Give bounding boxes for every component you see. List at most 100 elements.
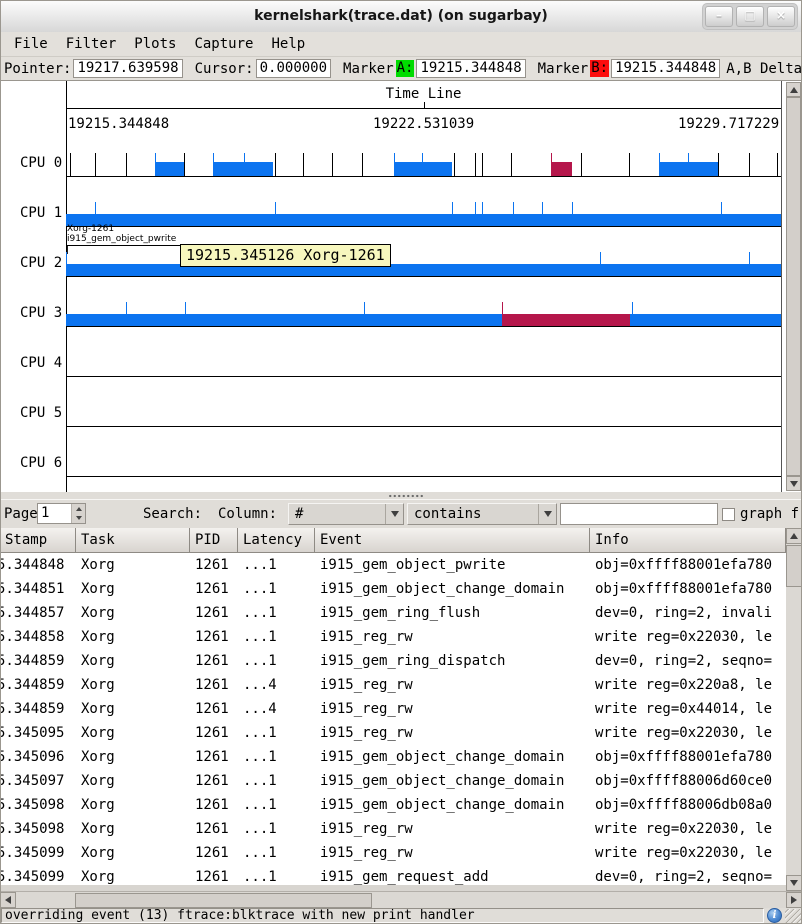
column-header-stamp[interactable]: Stamp bbox=[0, 528, 76, 552]
hover-task-event: i915_gem_object_pwrite bbox=[67, 234, 176, 244]
cell-task: Xorg bbox=[76, 577, 190, 601]
task-bar[interactable] bbox=[155, 162, 184, 176]
page-spinbox[interactable]: 1 bbox=[37, 503, 86, 524]
table-horizontal-scrollbar[interactable] bbox=[0, 891, 802, 908]
event-tick bbox=[275, 202, 276, 214]
operator-select[interactable]: contains bbox=[407, 503, 557, 525]
table-scroll-thumb[interactable] bbox=[786, 545, 802, 587]
menu-item-capture[interactable]: Capture bbox=[185, 34, 262, 54]
table-row[interactable]: 5.344859Xorg1261...4i915_reg_rwwrite reg… bbox=[0, 697, 786, 721]
close-button[interactable]: × bbox=[767, 6, 795, 27]
marker-b-badge[interactable]: B: bbox=[590, 60, 609, 77]
graph-follows-checkbox[interactable] bbox=[722, 508, 735, 521]
menu-item-filter[interactable]: Filter bbox=[57, 34, 126, 54]
column-select[interactable]: # bbox=[288, 503, 404, 525]
event-tick bbox=[721, 202, 722, 214]
column-header-event[interactable]: Event bbox=[315, 528, 590, 552]
graph-scroll-up-button[interactable] bbox=[786, 82, 801, 97]
cell-info: write reg=0x220a8, le bbox=[590, 673, 786, 697]
task-bar[interactable] bbox=[213, 162, 273, 176]
table-row[interactable]: 5.344859Xorg1261...4i915_reg_rwwrite reg… bbox=[0, 673, 786, 697]
table-scroll-up-button[interactable] bbox=[786, 528, 802, 544]
table-row[interactable]: 5.344851Xorg1261...1i915_gem_object_chan… bbox=[0, 577, 786, 601]
hover-task-name: Xorg-1261 bbox=[67, 224, 176, 234]
column-header-pid[interactable]: PID bbox=[190, 528, 238, 552]
event-tick bbox=[581, 153, 582, 176]
column-header-task[interactable]: Task bbox=[76, 528, 190, 552]
cell-info: dev=0, ring=2, invali bbox=[590, 601, 786, 625]
task-bar[interactable] bbox=[630, 314, 781, 326]
cell-latency: ...1 bbox=[238, 817, 315, 841]
marker-a-badge[interactable]: A: bbox=[396, 60, 415, 77]
table-hscroll-thumb[interactable] bbox=[75, 893, 372, 908]
graph-scroll-thumb[interactable] bbox=[786, 97, 801, 476]
table-row[interactable]: 5.345099Xorg1261...1i915_reg_rwwrite reg… bbox=[0, 841, 786, 865]
arrow-down-icon bbox=[790, 481, 798, 487]
arrow-left-icon bbox=[5, 896, 11, 904]
table-scroll-right-button[interactable] bbox=[786, 892, 802, 908]
menu-item-help[interactable]: Help bbox=[262, 34, 314, 54]
search-input[interactable] bbox=[560, 503, 718, 525]
cell-task: Xorg bbox=[76, 793, 190, 817]
spin-up-button[interactable] bbox=[72, 504, 85, 514]
table-row[interactable]: 5.344859Xorg1261...1i915_gem_ring_dispat… bbox=[0, 649, 786, 673]
titlebar: kernelshark(trace.dat) (on sugarbay) – □… bbox=[0, 0, 802, 33]
table-scroll-left-button[interactable] bbox=[0, 892, 16, 908]
cell-event: i915_reg_rw bbox=[315, 625, 590, 649]
cpu-label-2: CPU 2 bbox=[20, 255, 64, 271]
cell-info: write reg=0x22030, le bbox=[590, 721, 786, 745]
table-row[interactable]: 5.344858Xorg1261...1i915_reg_rwwrite reg… bbox=[0, 625, 786, 649]
event-tick bbox=[126, 302, 127, 314]
cell-event: i915_gem_request_add bbox=[315, 865, 590, 885]
column-header-info[interactable]: Info bbox=[590, 528, 786, 552]
marker-b-label: Marker bbox=[538, 61, 589, 77]
event-tick bbox=[332, 153, 333, 176]
spin-down-button[interactable] bbox=[72, 514, 85, 524]
task-bar[interactable] bbox=[659, 162, 718, 176]
cell-stamp: 5.345099 bbox=[0, 841, 76, 865]
table-row[interactable]: 5.344857Xorg1261...1i915_gem_ring_flushd… bbox=[0, 601, 786, 625]
table-row[interactable]: 5.345098Xorg1261...1i915_gem_object_chan… bbox=[0, 793, 786, 817]
task-bar[interactable] bbox=[66, 314, 502, 326]
table-row[interactable]: 5.344848Xorg1261...1i915_gem_object_pwri… bbox=[0, 553, 786, 577]
table-scroll-down-button[interactable] bbox=[786, 875, 802, 891]
menu-item-plots[interactable]: Plots bbox=[125, 34, 185, 54]
resize-grip[interactable] bbox=[785, 909, 801, 923]
table-vertical-scrollbar[interactable] bbox=[786, 528, 802, 891]
operator-select-arrow bbox=[538, 504, 556, 524]
cell-task: Xorg bbox=[76, 697, 190, 721]
event-tick bbox=[542, 202, 543, 214]
arrow-up-icon bbox=[790, 533, 798, 539]
delta-label: A,B Delta bbox=[726, 61, 802, 77]
task-bar[interactable] bbox=[502, 314, 630, 326]
cell-info: write reg=0x22030, le bbox=[590, 841, 786, 865]
maximize-button[interactable]: □ bbox=[736, 6, 764, 27]
table-row[interactable]: 5.345099Xorg1261...1i915_gem_request_add… bbox=[0, 865, 786, 885]
graph-scroll-down-button[interactable] bbox=[786, 476, 801, 491]
table-row[interactable]: 5.345098Xorg1261...1i915_reg_rwwrite reg… bbox=[0, 817, 786, 841]
task-bar[interactable] bbox=[66, 264, 781, 276]
event-tick bbox=[749, 153, 750, 176]
task-bar[interactable] bbox=[551, 162, 572, 176]
graph-vertical-scrollbar[interactable] bbox=[786, 82, 802, 491]
cell-info: obj=0xffff88001efa780 bbox=[590, 553, 786, 577]
menu-item-file[interactable]: File bbox=[5, 34, 57, 54]
table-row[interactable]: 5.345095Xorg1261...1i915_reg_rwwrite reg… bbox=[0, 721, 786, 745]
timeline-graph[interactable]: Time Line 19215.344848 19222.531039 1922… bbox=[0, 80, 802, 493]
minimize-button[interactable]: – bbox=[705, 6, 733, 27]
marker-a-value: 19215.344848 bbox=[416, 59, 525, 78]
cell-task: Xorg bbox=[76, 649, 190, 673]
column-label: Column: bbox=[218, 506, 277, 522]
spin-up-icon bbox=[76, 507, 82, 511]
column-header-latency[interactable]: Latency bbox=[238, 528, 315, 552]
menubar: FileFilterPlotsCaptureHelp bbox=[0, 32, 802, 57]
cpu-lane-line-5 bbox=[66, 426, 781, 427]
cell-info: obj=0xffff88001efa780 bbox=[590, 745, 786, 769]
table-row[interactable]: 5.345097Xorg1261...1i915_gem_object_chan… bbox=[0, 769, 786, 793]
cell-info: dev=0, ring=2, seqno= bbox=[590, 865, 786, 885]
event-tick bbox=[95, 202, 96, 214]
task-bar[interactable] bbox=[394, 162, 452, 176]
pane-splitter[interactable] bbox=[0, 492, 802, 499]
event-tick bbox=[452, 202, 453, 214]
table-row[interactable]: 5.345096Xorg1261...1i915_gem_object_chan… bbox=[0, 745, 786, 769]
